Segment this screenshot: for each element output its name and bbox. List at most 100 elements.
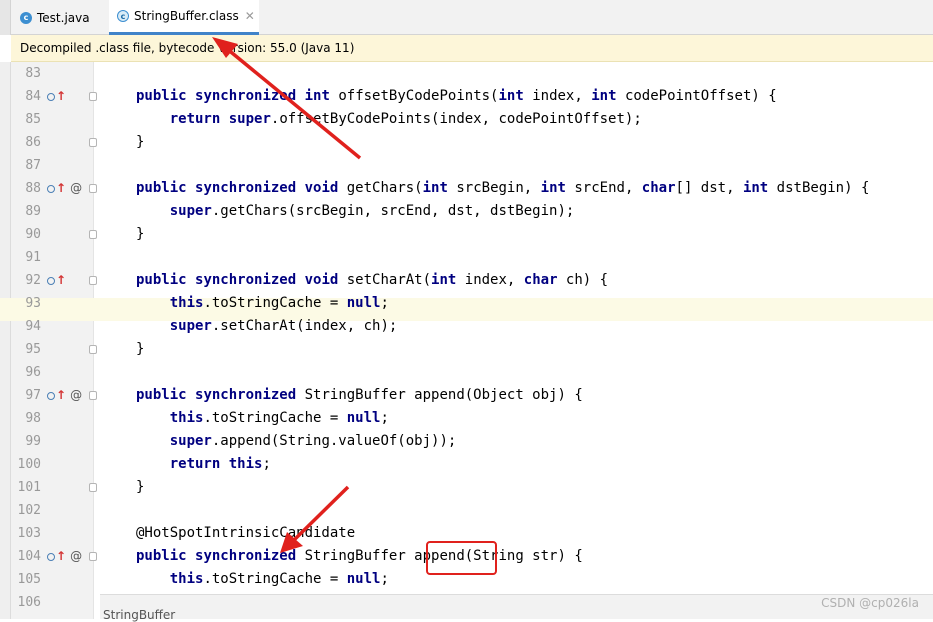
fold-end-icon[interactable] xyxy=(89,345,97,354)
code-text[interactable]: super.setCharAt(index, ch); xyxy=(136,315,398,338)
tool-window-strip xyxy=(0,62,11,619)
line-number: 85 xyxy=(25,112,41,127)
implements-up-arrow-icon[interactable]: ↑ xyxy=(56,90,66,102)
implements-up-arrow-icon[interactable]: ↑ xyxy=(56,182,66,194)
code-text[interactable]: } xyxy=(136,476,144,499)
fold-expand-icon[interactable] xyxy=(89,92,97,101)
highlight-box-append xyxy=(426,541,497,575)
tab-bar-left-strip xyxy=(0,0,11,35)
implements-up-arrow-icon[interactable]: ↑ xyxy=(56,389,66,401)
line-number: 84 xyxy=(25,89,41,104)
line-number: 104 xyxy=(17,549,41,564)
code-line[interactable]: 89 super.getChars(srcBegin, srcEnd, dst,… xyxy=(11,200,933,223)
code-line[interactable]: 90} xyxy=(11,223,933,246)
code-line[interactable]: 96 xyxy=(11,361,933,384)
line-number: 88 xyxy=(25,181,41,196)
annotation-at-icon[interactable]: @ xyxy=(70,550,82,562)
line-number: 93 xyxy=(25,296,41,311)
close-tab-icon[interactable]: ✕ xyxy=(245,9,255,23)
fold-expand-icon[interactable] xyxy=(89,552,97,561)
line-number: 106 xyxy=(17,595,41,610)
code-text[interactable]: } xyxy=(136,338,144,361)
code-line[interactable]: 87 xyxy=(11,154,933,177)
csdn-watermark: CSDN @cp026la xyxy=(821,596,919,610)
gutter-markers[interactable]: ↑ xyxy=(47,274,66,286)
fold-end-icon[interactable] xyxy=(89,230,97,239)
code-text[interactable]: this.toStringCache = null; xyxy=(136,568,389,591)
code-text[interactable]: public synchronized int offsetByCodePoin… xyxy=(136,85,777,108)
breadcrumb[interactable]: StringBuffer xyxy=(103,608,175,622)
code-text[interactable]: public synchronized void getChars(int sr… xyxy=(136,177,869,200)
code-text[interactable]: public synchronized void setCharAt(int i… xyxy=(136,269,608,292)
class-file-icon: c xyxy=(117,10,129,22)
code-line[interactable]: 99 super.append(String.valueOf(obj)); xyxy=(11,430,933,453)
line-number: 86 xyxy=(25,135,41,150)
fold-expand-icon[interactable] xyxy=(89,276,97,285)
implements-up-arrow-icon[interactable]: ↑ xyxy=(56,550,66,562)
code-line[interactable]: 94 super.setCharAt(index, ch); xyxy=(11,315,933,338)
overriding-method-icon[interactable] xyxy=(47,552,55,561)
fold-expand-icon[interactable] xyxy=(89,184,97,193)
code-text[interactable]: } xyxy=(136,131,144,154)
overriding-method-icon[interactable] xyxy=(47,391,55,400)
tab-test-java[interactable]: c Test.java xyxy=(11,0,109,35)
banner-text: Decompiled .class file, bytecode version… xyxy=(20,41,355,55)
code-line[interactable]: 95} xyxy=(11,338,933,361)
code-text[interactable]: } xyxy=(136,223,144,246)
line-number: 105 xyxy=(17,572,41,587)
code-line[interactable]: 86} xyxy=(11,131,933,154)
code-text[interactable]: super.append(String.valueOf(obj)); xyxy=(136,430,457,453)
line-number: 97 xyxy=(25,388,41,403)
line-number: 98 xyxy=(25,411,41,426)
fold-end-icon[interactable] xyxy=(89,483,97,492)
line-number: 89 xyxy=(25,204,41,219)
java-class-icon: c xyxy=(20,11,32,24)
annotation-at-icon[interactable]: @ xyxy=(70,182,82,194)
fold-expand-icon[interactable] xyxy=(89,391,97,400)
code-line[interactable]: 101} xyxy=(11,476,933,499)
line-number: 95 xyxy=(25,342,41,357)
gutter-markers[interactable]: ↑ @ xyxy=(47,389,82,401)
code-text[interactable]: super.getChars(srcBegin, srcEnd, dst, ds… xyxy=(136,200,575,223)
code-line[interactable]: 100 return this; xyxy=(11,453,933,476)
gutter-markers[interactable]: ↑ @ xyxy=(47,182,82,194)
line-number: 99 xyxy=(25,434,41,449)
line-number: 83 xyxy=(25,66,41,81)
code-text[interactable]: this.toStringCache = null; xyxy=(136,292,389,315)
gutter-markers[interactable]: ↑ xyxy=(47,90,66,102)
code-text[interactable]: return super.offsetByCodePoints(index, c… xyxy=(136,108,642,131)
code-text[interactable]: return this; xyxy=(136,453,271,476)
code-line[interactable]: 84 ↑ public synchronized int offsetByCodeP… xyxy=(11,85,933,108)
code-line[interactable]: 102 xyxy=(11,499,933,522)
code-line[interactable]: 88 ↑ @ public synchronized void getChars(in… xyxy=(11,177,933,200)
code-line[interactable]: 97 ↑ @ public synchronized StringBuffer app… xyxy=(11,384,933,407)
line-number: 101 xyxy=(17,480,41,495)
gutter-markers[interactable]: ↑ @ xyxy=(47,550,82,562)
line-number: 92 xyxy=(25,273,41,288)
line-number: 91 xyxy=(25,250,41,265)
code-line[interactable]: 92 ↑ public synchronized void setCharAt(in… xyxy=(11,269,933,292)
code-text[interactable]: this.toStringCache = null; xyxy=(136,407,389,430)
implements-up-arrow-icon[interactable]: ↑ xyxy=(56,274,66,286)
annotation-at-icon[interactable]: @ xyxy=(70,389,82,401)
breadcrumb-bar: StringBuffer xyxy=(100,594,933,622)
code-line[interactable]: 91 xyxy=(11,246,933,269)
editor-tab-bar: c Test.java c StringBuffer.class ✕ xyxy=(0,0,933,35)
line-number: 94 xyxy=(25,319,41,334)
code-text[interactable]: @HotSpotIntrinsicCandidate xyxy=(136,522,355,545)
line-number: 90 xyxy=(25,227,41,242)
tab-stringbuffer-class[interactable]: c StringBuffer.class ✕ xyxy=(109,0,259,35)
code-text[interactable]: public synchronized StringBuffer append(… xyxy=(136,384,583,407)
code-line[interactable]: 93 this.toStringCache = null; xyxy=(11,292,933,315)
code-line[interactable]: 83 xyxy=(11,62,933,85)
code-line[interactable]: 85 return super.offsetByCodePoints(index… xyxy=(11,108,933,131)
line-number: 100 xyxy=(17,457,41,472)
code-line[interactable]: 98 this.toStringCache = null; xyxy=(11,407,933,430)
tab-label: Test.java xyxy=(37,10,90,25)
code-text[interactable]: public synchronized StringBuffer append(… xyxy=(136,545,583,568)
overriding-method-icon[interactable] xyxy=(47,184,55,193)
tab-label: StringBuffer.class xyxy=(134,9,239,23)
overriding-method-icon[interactable] xyxy=(47,276,55,285)
fold-end-icon[interactable] xyxy=(89,138,97,147)
overriding-method-icon[interactable] xyxy=(47,92,55,101)
